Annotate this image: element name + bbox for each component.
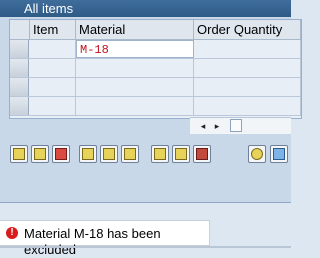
order-quantity-cell[interactable] bbox=[194, 78, 301, 96]
deselect-all-icon bbox=[103, 148, 115, 160]
all-items-panel: All items Item Material Order Quantity M… bbox=[0, 0, 302, 203]
table-row bbox=[10, 78, 301, 97]
select-all-header[interactable] bbox=[10, 20, 30, 40]
column-header-order-quantity[interactable]: Order Quantity bbox=[194, 20, 301, 40]
delete-item-button[interactable] bbox=[52, 145, 70, 163]
delete-item-icon bbox=[55, 148, 67, 160]
deselect-all-button[interactable] bbox=[100, 145, 118, 163]
table-row bbox=[10, 97, 301, 116]
split-item-icon bbox=[175, 148, 187, 160]
item-cell[interactable] bbox=[30, 97, 76, 115]
order-quantity-cell[interactable] bbox=[194, 40, 301, 58]
item-overview-icon bbox=[124, 148, 136, 160]
table-row bbox=[10, 59, 301, 78]
item-cell[interactable] bbox=[30, 78, 76, 96]
order-quantity-cell[interactable] bbox=[194, 97, 301, 115]
conditions-icon bbox=[196, 148, 208, 160]
order-quantity-cell[interactable] bbox=[194, 59, 301, 77]
material-cell[interactable] bbox=[76, 59, 194, 77]
select-all-icon bbox=[82, 148, 94, 160]
material-input[interactable]: M-18 bbox=[76, 40, 194, 58]
row-selector[interactable] bbox=[10, 40, 29, 58]
add-item-icon bbox=[34, 148, 46, 160]
conditions-button[interactable] bbox=[193, 145, 211, 163]
item-cell[interactable] bbox=[30, 59, 76, 77]
material-cell[interactable] bbox=[76, 78, 194, 96]
items-table: Item Material Order Quantity M-18 bbox=[9, 19, 302, 119]
column-header-item[interactable]: Item bbox=[30, 20, 76, 40]
row-selector[interactable] bbox=[10, 97, 29, 115]
schedule-lines-button[interactable] bbox=[151, 145, 169, 163]
error-icon: ! bbox=[6, 227, 18, 239]
item-overview-button[interactable] bbox=[121, 145, 139, 163]
item-cell[interactable] bbox=[30, 40, 76, 58]
refresh-button[interactable] bbox=[248, 145, 266, 163]
scroll-left-icon[interactable]: ◂ bbox=[198, 121, 208, 131]
status-message: Material M-18 has been excluded bbox=[24, 226, 161, 257]
scroll-right-icon[interactable]: ▸ bbox=[212, 121, 222, 131]
horizontal-scrollbar[interactable]: ◂ ▸ bbox=[190, 117, 291, 134]
panel-title: All items bbox=[0, 0, 291, 17]
material-cell[interactable] bbox=[76, 97, 194, 115]
table-row: M-18 bbox=[10, 40, 301, 59]
scroll-thumb[interactable] bbox=[230, 119, 242, 132]
refresh-icon bbox=[251, 148, 263, 160]
status-bar: ! Material M-18 has been excluded bbox=[0, 220, 210, 257]
item-details-button[interactable] bbox=[10, 145, 28, 163]
settings-icon bbox=[273, 148, 285, 160]
add-item-button[interactable] bbox=[31, 145, 49, 163]
schedule-lines-icon bbox=[154, 148, 166, 160]
split-item-button[interactable] bbox=[172, 145, 190, 163]
item-details-icon bbox=[13, 148, 25, 160]
settings-button[interactable] bbox=[270, 145, 288, 163]
column-header-material[interactable]: Material bbox=[76, 20, 194, 40]
select-all-button[interactable] bbox=[79, 145, 97, 163]
row-selector[interactable] bbox=[10, 59, 29, 77]
row-selector[interactable] bbox=[10, 78, 29, 96]
